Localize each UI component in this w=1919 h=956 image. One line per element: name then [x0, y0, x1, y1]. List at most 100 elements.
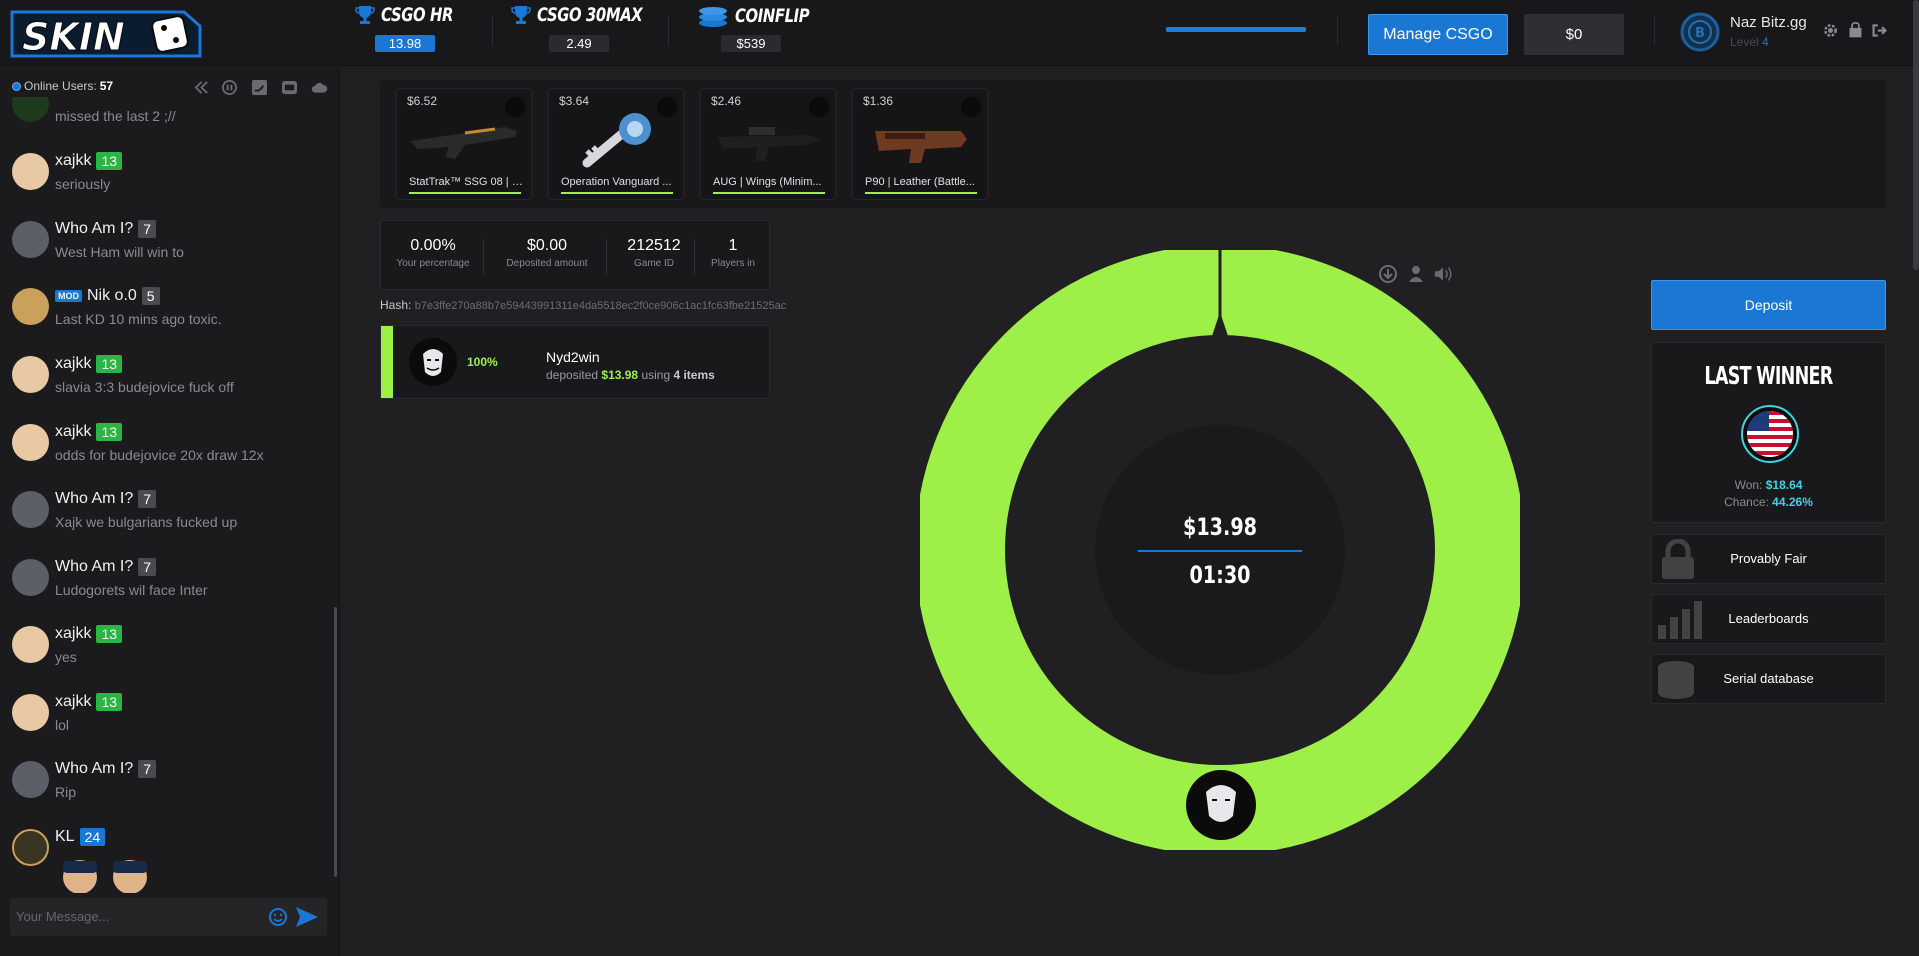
- leaderboards-button[interactable]: Leaderboards: [1651, 594, 1886, 644]
- hash-value[interactable]: b7e3ffe270a88b7e59443991311e4da5518ec2f0…: [415, 300, 787, 312]
- hash-label: Hash:: [380, 298, 412, 312]
- user-avatar[interactable]: B: [1680, 12, 1720, 52]
- user-name[interactable]: Who Am I?: [55, 760, 133, 778]
- manage-csgo-button[interactable]: Manage CSGO: [1368, 14, 1508, 55]
- logout-icon[interactable]: [1871, 22, 1888, 39]
- volume-icon[interactable]: [1433, 264, 1453, 284]
- download-icon[interactable]: [1378, 264, 1398, 284]
- item-card[interactable]: $2.46 AUG | Wings (Minim...: [700, 88, 836, 200]
- item-name: AUG | Wings (Minim...: [713, 176, 822, 188]
- chat-message: MOD Nik o.0 5 Last KD 10 mins ago toxic.: [0, 278, 330, 346]
- divider: [606, 239, 607, 275]
- page-scrollbar[interactable]: [1913, 0, 1919, 270]
- item-card[interactable]: $1.36 P90 | Leather (Battle...: [852, 88, 988, 200]
- pause-icon[interactable]: [221, 80, 238, 95]
- player-entry[interactable]: 100% Nyd2win deposited $13.98 using 4 it…: [380, 325, 770, 399]
- user-avatar[interactable]: [12, 694, 49, 731]
- user-avatar[interactable]: [12, 761, 49, 798]
- item-rarity-bar: [713, 192, 825, 194]
- player-avatar[interactable]: [409, 338, 457, 386]
- twitter-icon[interactable]: [251, 80, 268, 95]
- item-rarity-bar: [865, 192, 977, 194]
- divider: [694, 239, 695, 275]
- item-card[interactable]: $3.64 Operation Vanguard ...: [548, 88, 684, 200]
- collapse-icon[interactable]: [193, 80, 210, 95]
- site-logo[interactable]: SKIN: [8, 6, 204, 62]
- user-avatar[interactable]: [12, 153, 49, 190]
- user-name[interactable]: Who Am I?: [55, 558, 133, 576]
- chat-scrollbar[interactable]: [334, 607, 337, 877]
- user-avatar[interactable]: [12, 221, 49, 258]
- username[interactable]: Naz Bitz.gg: [1730, 14, 1807, 31]
- provably-fair-button[interactable]: Provably Fair: [1651, 534, 1886, 584]
- stat-value: $0.00: [526, 237, 568, 254]
- message-user[interactable]: Who Am I? 7: [55, 490, 157, 508]
- level-value: 4: [1762, 35, 1769, 49]
- item-name: Operation Vanguard ...: [561, 176, 672, 188]
- user-name[interactable]: xajkk: [55, 355, 91, 373]
- message-user[interactable]: xajkk 13: [55, 625, 123, 643]
- user-icon[interactable]: [1406, 264, 1426, 284]
- message-text: lol: [55, 717, 70, 733]
- user-name[interactable]: Nik o.0: [87, 287, 137, 305]
- player-name[interactable]: Nyd2win: [546, 349, 600, 365]
- balance-button[interactable]: $0: [1524, 14, 1624, 55]
- chat-message-input[interactable]: [16, 903, 266, 929]
- item-rarity-bar: [561, 192, 673, 194]
- item-price: $2.46: [711, 94, 742, 108]
- wheel-player-avatar[interactable]: [1186, 770, 1256, 840]
- shopping-bag-icon[interactable]: [1847, 22, 1864, 39]
- item-card[interactable]: $6.52 StatTrak™ SSG 08 | D...: [396, 88, 532, 200]
- message-user[interactable]: xajkk 13: [55, 355, 123, 373]
- message-user[interactable]: xajkk 13: [55, 693, 123, 711]
- won-value: $18.64: [1765, 478, 1803, 492]
- game-csgo-30max[interactable]: CSGO 30MAX 2.49: [511, 4, 672, 52]
- stat-value: 1: [728, 237, 738, 254]
- game-coinflip[interactable]: COINFLIP $539: [697, 4, 830, 52]
- game-title: CSGO HR: [381, 4, 454, 26]
- send-icon[interactable]: [294, 905, 320, 929]
- gear-icon[interactable]: [1822, 22, 1839, 39]
- message-user[interactable]: xajkk 13: [55, 423, 123, 441]
- level-label: Level: [1730, 35, 1759, 49]
- level-badge: 13: [96, 625, 123, 643]
- emoji-icon[interactable]: [268, 907, 288, 927]
- serial-database-button[interactable]: Serial database: [1651, 654, 1886, 704]
- steam-group-icon[interactable]: [281, 80, 298, 95]
- stat-your-percentage: 0.00% Your percentage: [391, 237, 475, 269]
- level-badge: 13: [96, 423, 123, 441]
- user-avatar[interactable]: [12, 97, 49, 122]
- user-avatar[interactable]: [12, 424, 49, 461]
- user-avatar[interactable]: [12, 491, 49, 528]
- game-csgo-hr[interactable]: CSGO HR 13.98: [355, 4, 473, 52]
- user-avatar[interactable]: [12, 626, 49, 663]
- stat-label: Game ID: [633, 258, 674, 269]
- user-name[interactable]: xajkk: [55, 625, 91, 643]
- user-avatar[interactable]: [12, 829, 49, 866]
- user-avatar[interactable]: [12, 559, 49, 596]
- winner-avatar[interactable]: [1741, 405, 1799, 463]
- message-user[interactable]: Who Am I? 7: [55, 220, 157, 238]
- message-user[interactable]: KL 24: [55, 828, 106, 846]
- user-name[interactable]: xajkk: [55, 423, 91, 441]
- user-name[interactable]: xajkk: [55, 152, 91, 170]
- message-user[interactable]: Who Am I? 7: [55, 558, 157, 576]
- cloud-icon[interactable]: [311, 80, 328, 95]
- user-name[interactable]: KL: [55, 828, 75, 846]
- message-user[interactable]: Who Am I? 7: [55, 760, 157, 778]
- user-avatar[interactable]: [12, 288, 49, 325]
- chat-message: xajkk 13 seriously: [0, 143, 330, 211]
- stat-value: 212512: [627, 237, 681, 254]
- chance-value: 44.26%: [1772, 495, 1813, 509]
- deposit-button[interactable]: Deposit: [1651, 280, 1886, 330]
- message-user[interactable]: xajkk 13: [55, 152, 123, 170]
- message-user[interactable]: MOD Nik o.0 5: [55, 287, 160, 305]
- chat-message: KL 24: [0, 819, 330, 893]
- user-avatar[interactable]: [12, 356, 49, 393]
- level-badge: 13: [96, 152, 123, 170]
- user-name[interactable]: Who Am I?: [55, 490, 133, 508]
- chat-messages: missed the last 2 ;// xajkk 13 seriously …: [0, 97, 336, 917]
- user-name[interactable]: xajkk: [55, 693, 91, 711]
- user-name[interactable]: Who Am I?: [55, 220, 133, 238]
- chat-message: Who Am I? 7 Ludogorets wil face Inter: [0, 549, 330, 617]
